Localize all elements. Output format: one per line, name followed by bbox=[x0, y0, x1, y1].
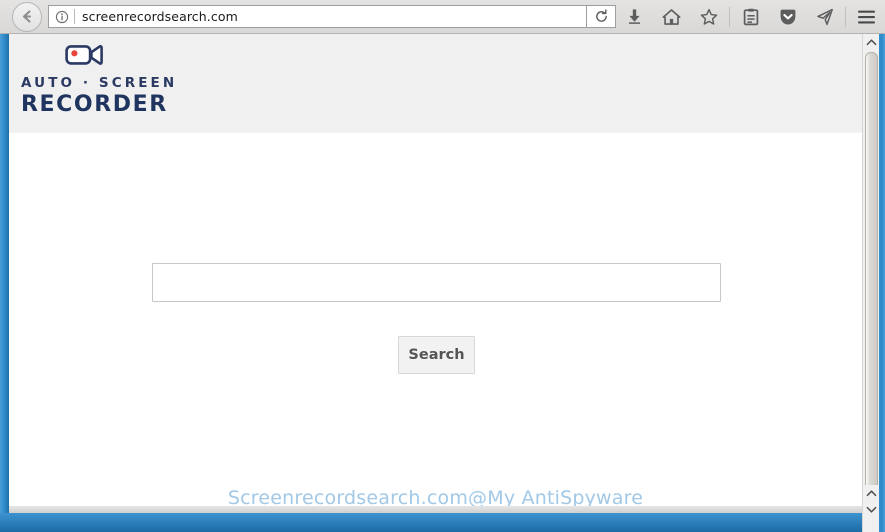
browser-toolbar: screenrecordsearch.com bbox=[0, 0, 885, 34]
library-icon[interactable] bbox=[732, 0, 769, 34]
star-icon[interactable] bbox=[690, 0, 727, 34]
logo-line-2: RECORDER bbox=[21, 92, 168, 117]
page-right-border bbox=[879, 34, 885, 532]
reload-button[interactable] bbox=[586, 5, 616, 28]
pocket-icon[interactable] bbox=[769, 0, 806, 34]
scroll-up-arrow-icon[interactable] bbox=[863, 34, 879, 50]
browser-window: screenrecordsearch.com AUTO · SCREEN REC… bbox=[0, 0, 885, 532]
logo-line-1: AUTO · SCREEN bbox=[21, 75, 178, 91]
toolbar-divider bbox=[729, 6, 730, 27]
scroll-down-arrow-icon[interactable] bbox=[863, 501, 879, 517]
url-text: screenrecordsearch.com bbox=[82, 9, 238, 24]
page-left-border bbox=[0, 34, 9, 532]
reload-icon bbox=[595, 9, 607, 22]
website-content: AUTO · SCREEN RECORDER Search Screenreco… bbox=[9, 34, 862, 513]
page-viewport: AUTO · SCREEN RECORDER Search Screenreco… bbox=[0, 34, 885, 532]
download-icon[interactable] bbox=[616, 0, 653, 34]
back-arrow-icon bbox=[22, 10, 31, 23]
site-info-icon[interactable] bbox=[55, 10, 69, 24]
page-bottom-strip bbox=[9, 506, 871, 513]
back-button[interactable] bbox=[12, 1, 42, 32]
video-camera-icon bbox=[65, 42, 171, 73]
search-input[interactable] bbox=[152, 263, 721, 302]
menu-icon[interactable] bbox=[848, 0, 885, 34]
url-divider bbox=[74, 9, 75, 24]
toolbar-divider bbox=[845, 6, 846, 27]
page-bottom-border bbox=[0, 513, 885, 532]
search-button[interactable]: Search bbox=[398, 336, 475, 374]
home-icon[interactable] bbox=[653, 0, 690, 34]
scroll-up-arrow-bottom-icon[interactable] bbox=[863, 485, 879, 501]
toolbar-icon-group bbox=[616, 0, 885, 34]
scrollbar-thumb[interactable] bbox=[865, 52, 878, 507]
send-icon[interactable] bbox=[806, 0, 843, 34]
url-bar[interactable]: screenrecordsearch.com bbox=[48, 5, 586, 28]
search-area: Search bbox=[9, 133, 862, 513]
vertical-scrollbar[interactable] bbox=[862, 34, 879, 532]
site-logo[interactable]: AUTO · SCREEN RECORDER bbox=[21, 42, 178, 117]
site-header: AUTO · SCREEN RECORDER bbox=[9, 34, 862, 133]
